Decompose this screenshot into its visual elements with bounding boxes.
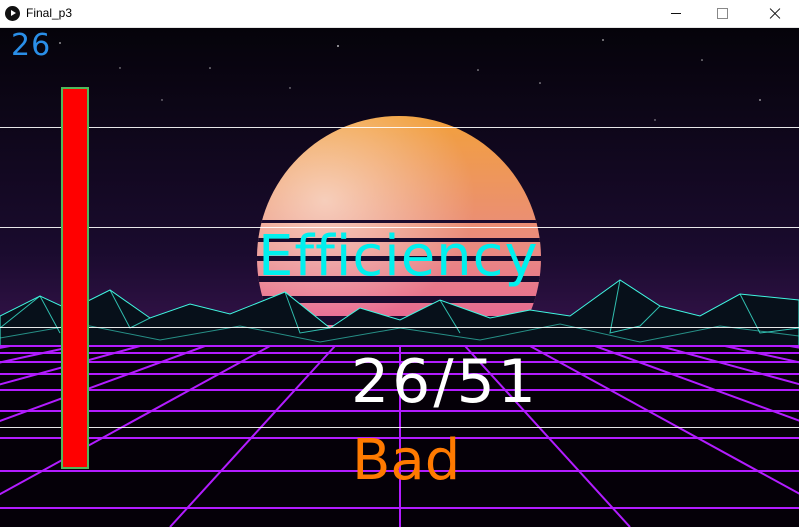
app-window: Final_p3 26 Efficiency 26/51 Bad bbox=[0, 0, 799, 527]
score-counter: 26 bbox=[11, 28, 52, 63]
efficiency-bar bbox=[61, 87, 89, 469]
efficiency-bar-fill bbox=[63, 274, 87, 467]
maximize-button[interactable] bbox=[699, 0, 745, 27]
title-bar[interactable]: Final_p3 bbox=[0, 0, 799, 28]
efficiency-rating: Bad bbox=[352, 428, 461, 493]
guide-line bbox=[0, 127, 799, 128]
guide-line bbox=[0, 327, 799, 328]
close-button[interactable] bbox=[751, 0, 797, 27]
efficiency-label: Efficiency bbox=[258, 224, 539, 289]
minimize-button[interactable] bbox=[653, 0, 699, 27]
window-title: Final_p3 bbox=[26, 6, 73, 20]
efficiency-ratio: 26/51 bbox=[351, 347, 539, 417]
game-canvas[interactable]: 26 Efficiency 26/51 Bad bbox=[0, 28, 799, 527]
processing-play-icon bbox=[5, 6, 20, 21]
